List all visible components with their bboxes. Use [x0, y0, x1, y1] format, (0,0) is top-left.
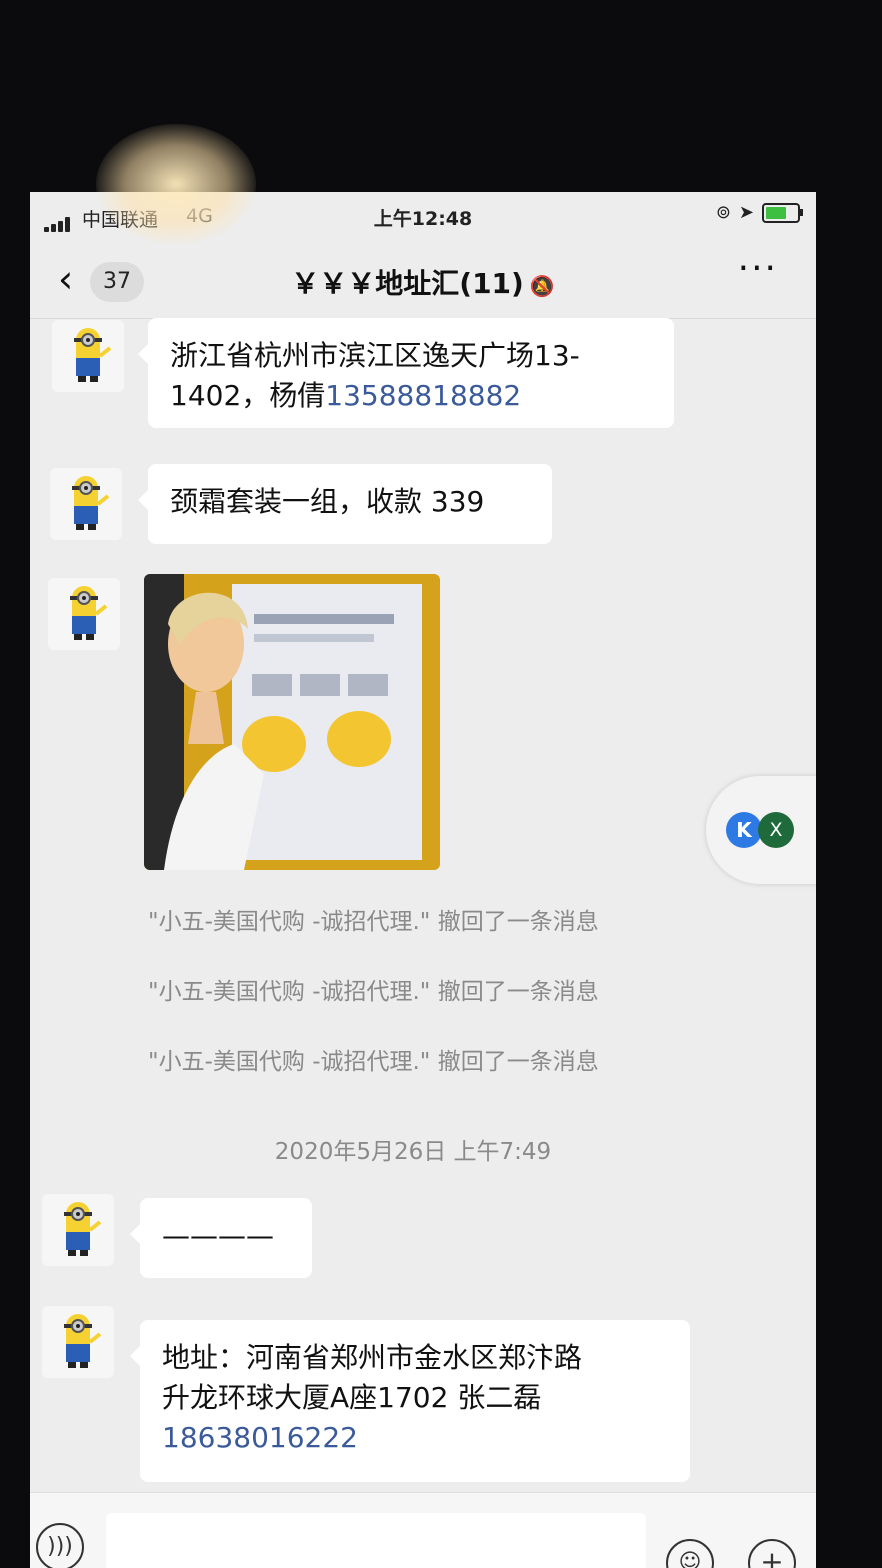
status-bar: 中国联通 4G 上午12:48 ⊚ ➤: [30, 192, 816, 244]
mute-bell-icon: 🔕: [529, 274, 555, 298]
message-bubble[interactable]: ————: [130, 1198, 312, 1278]
plus-icon[interactable]: +: [748, 1539, 796, 1568]
chat-title: ￥￥￥地址汇(11): [291, 267, 524, 300]
phone-number-link[interactable]: 13588818882: [325, 379, 521, 412]
message-line: 浙江省杭州市滨江区逸天广场13-: [170, 339, 580, 372]
status-time: 上午12:48: [373, 208, 473, 230]
message-line: 1402，杨倩13588818882: [170, 376, 652, 416]
more-dots-icon[interactable]: ···: [738, 248, 778, 289]
avatar[interactable]: [50, 468, 122, 540]
phone-number-link[interactable]: 18638016222: [162, 1418, 668, 1458]
message-bubble[interactable]: 浙江省杭州市滨江区逸天广场13- 1402，杨倩13588818882: [138, 318, 674, 428]
recall-notice: "小五-美国代购 -诚招代理." 撤回了一条消息: [148, 909, 599, 935]
chat-title-wrap: ￥￥￥地址汇(11) 🔕: [30, 262, 816, 302]
message-line: 升龙环球大厦A座1702 张二磊: [162, 1381, 542, 1414]
product-photo[interactable]: [144, 574, 440, 870]
avatar[interactable]: [52, 320, 124, 392]
voice-icon[interactable]: ))): [36, 1523, 84, 1568]
emoji-icon[interactable]: ☺: [666, 1539, 714, 1568]
timestamp: 2020年5月26日 上午7:49: [274, 1139, 552, 1165]
avatar[interactable]: [48, 578, 120, 650]
location-arrow-icon: ➤: [738, 202, 754, 223]
floating-widget[interactable]: K X: [706, 776, 816, 884]
recall-notice: "小五-美国代购 -诚招代理." 撤回了一条消息: [148, 1049, 599, 1075]
avatar[interactable]: [42, 1306, 114, 1378]
message-text: 1402，杨倩: [170, 379, 326, 412]
status-icons: ⊚ ➤: [715, 202, 803, 223]
message-bubble[interactable]: 颈霜套装一组，收款 339: [138, 464, 552, 544]
message-bubble[interactable]: 地址：河南省郑州市金水区郑汴路 升龙环球大厦A座1702 张二磊 1863801…: [130, 1320, 690, 1482]
chat-screen: 中国联通 4G 上午12:48 ⊚ ➤ ‹ 37 ￥￥￥地址汇(11) 🔕 ···: [30, 192, 816, 1568]
recall-notice: "小五-美国代购 -诚招代理." 撤回了一条消息: [148, 979, 599, 1005]
avatar[interactable]: [42, 1194, 114, 1266]
x-app-icon[interactable]: X: [758, 812, 794, 848]
k-app-icon[interactable]: K: [726, 812, 762, 848]
chat-header: ‹ 37 ￥￥￥地址汇(11) 🔕 ···: [30, 244, 816, 319]
input-bar: ))) ☺ +: [30, 1492, 816, 1568]
battery-charging-icon: [762, 202, 803, 223]
lock-rotation-icon: ⊚: [715, 202, 731, 223]
message-line: 地址：河南省郑州市金水区郑汴路: [162, 1341, 583, 1374]
message-input[interactable]: [106, 1513, 646, 1568]
